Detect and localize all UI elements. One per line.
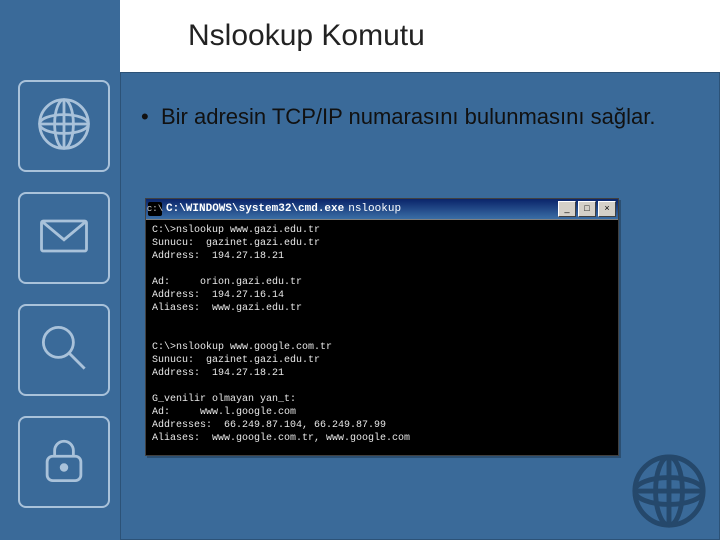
sidebar-item-globe <box>18 80 110 172</box>
cmd-output: C:\>nslookup www.gazi.edu.tr Sunucu: gaz… <box>146 219 618 455</box>
minimize-button[interactable]: _ <box>558 201 576 217</box>
maximize-button[interactable]: □ <box>578 201 596 217</box>
mail-icon <box>34 206 94 271</box>
footer-globe-icon <box>630 452 708 530</box>
lock-icon <box>34 430 94 495</box>
bullet-text: Bir adresin TCP/IP numarasını bulunmasın… <box>161 103 689 131</box>
search-icon <box>34 318 94 383</box>
command-prompt-window: c:\ C:\WINDOWS\system32\cmd.exe nslookup… <box>145 198 619 456</box>
cmd-title-arg: nslookup <box>348 203 401 215</box>
cmd-icon: c:\ <box>148 202 162 216</box>
cmd-title-path: C:\WINDOWS\system32\cmd.exe <box>166 203 344 215</box>
globe-icon <box>34 94 94 159</box>
sidebar-item-mail <box>18 192 110 284</box>
page-title: Nslookup Komutu <box>120 19 425 53</box>
sidebar <box>18 80 106 508</box>
close-button[interactable]: × <box>598 201 616 217</box>
sidebar-item-lock <box>18 416 110 508</box>
sidebar-item-search <box>18 304 110 396</box>
cmd-titlebar: c:\ C:\WINDOWS\system32\cmd.exe nslookup… <box>146 199 618 219</box>
